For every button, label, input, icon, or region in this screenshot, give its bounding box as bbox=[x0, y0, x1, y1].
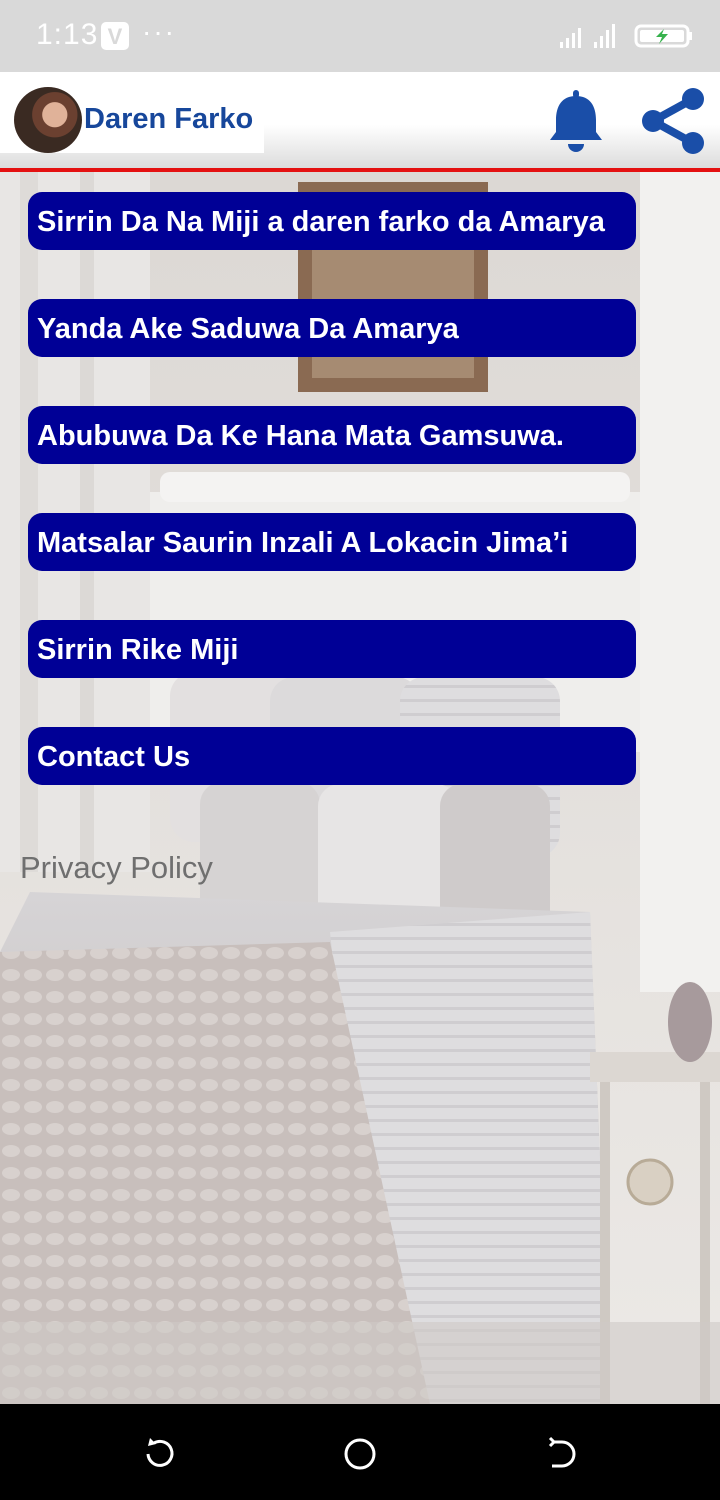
menu-button-keeping-husband[interactable]: Sirrin Rike Miji bbox=[28, 620, 636, 678]
wifi-signal-icon bbox=[560, 28, 581, 48]
menu-button-satisfaction-blockers[interactable]: Abubuwa Da Ke Hana Mata Gamsuwa. bbox=[28, 406, 636, 464]
privacy-policy-link[interactable]: Privacy Policy bbox=[20, 850, 213, 886]
menu-button-contact-us[interactable]: Contact Us bbox=[28, 727, 636, 785]
cell-signal-icon bbox=[594, 24, 615, 48]
system-nav-bar bbox=[0, 1404, 720, 1500]
battery-charging-icon bbox=[634, 24, 692, 48]
home-icon[interactable] bbox=[340, 1434, 380, 1474]
brand: Daren Farko bbox=[0, 87, 264, 153]
avatar bbox=[14, 87, 82, 153]
share-icon[interactable] bbox=[638, 86, 708, 156]
main-content: Sirrin Da Na Miji a daren farko da Amary… bbox=[0, 172, 720, 1404]
back-icon[interactable] bbox=[540, 1434, 580, 1474]
menu-button-premature-release[interactable]: Matsalar Saurin Inzali A Lokacin Jima’i bbox=[28, 513, 636, 571]
app-bar: Daren Farko bbox=[0, 72, 720, 168]
status-time: 1:13 bbox=[36, 18, 99, 51]
menu-button-first-night-secrets[interactable]: Sirrin Da Na Miji a daren farko da Amary… bbox=[28, 192, 636, 250]
menu-button-intimacy-with-bride[interactable]: Yanda Ake Saduwa Da Amarya bbox=[28, 299, 636, 357]
status-icons bbox=[560, 24, 692, 48]
more-notifications-icon: ··· bbox=[142, 16, 176, 47]
bell-icon[interactable] bbox=[546, 88, 606, 154]
status-bar: 1:13 V ··· bbox=[0, 0, 720, 72]
app-title: Daren Farko bbox=[84, 103, 254, 135]
app-notification-badge: V bbox=[101, 22, 129, 50]
recents-icon[interactable] bbox=[140, 1434, 180, 1474]
